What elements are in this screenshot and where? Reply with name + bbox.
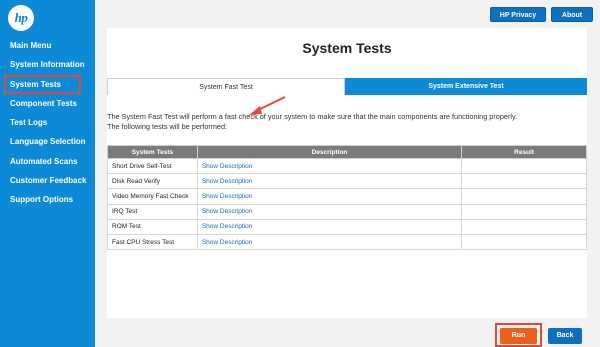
hp-privacy-button[interactable]: HP Privacy bbox=[490, 7, 546, 22]
run-button[interactable]: Run bbox=[500, 328, 537, 344]
main-area: HP Privacy About System Tests System Fas… bbox=[95, 0, 600, 347]
test-result bbox=[461, 203, 587, 220]
column-header-result: Result bbox=[461, 145, 587, 159]
test-name: Disk Read Verify bbox=[107, 173, 198, 190]
tab-system-fast-test[interactable]: System Fast Test bbox=[107, 78, 345, 95]
sidebar-item-system-tests[interactable]: System Tests bbox=[4, 74, 81, 94]
test-name: ROM Test bbox=[107, 218, 198, 235]
show-description-link[interactable]: Show Description bbox=[196, 188, 463, 205]
sidebar-item-component-tests[interactable]: Component Tests bbox=[0, 94, 95, 113]
test-result bbox=[461, 173, 587, 190]
table-row: Disk Read Verify Show Description bbox=[107, 173, 587, 190]
tab-system-extensive-test[interactable]: System Extensive Test bbox=[345, 78, 587, 95]
test-result bbox=[461, 188, 587, 205]
sidebar-item-language-selection[interactable]: Language Selection bbox=[0, 132, 95, 151]
page-title: System Tests bbox=[302, 40, 392, 56]
table-row: Video Memory Fast Check Show Description bbox=[107, 188, 587, 205]
column-header-description: Description bbox=[196, 145, 463, 159]
test-result bbox=[461, 233, 587, 251]
test-name: Video Memory Fast Check bbox=[107, 188, 198, 205]
sidebar-item-customer-feedback[interactable]: Customer Feedback bbox=[0, 171, 95, 190]
table-row: ROM Test Show Description bbox=[107, 218, 587, 235]
table-row: Fast CPU Stress Test Show Description bbox=[107, 233, 587, 251]
about-button[interactable]: About bbox=[551, 7, 593, 22]
test-name: IRQ Test bbox=[107, 203, 198, 220]
hp-logo-icon: hp bbox=[8, 5, 34, 31]
test-result bbox=[461, 218, 587, 235]
column-header-system-tests: System Tests bbox=[107, 145, 198, 159]
sidebar-item-system-information[interactable]: System Information bbox=[0, 55, 95, 74]
description-line-1: The System Fast Test will perform a fast… bbox=[107, 112, 518, 121]
content-panel: System Tests System Fast Test System Ext… bbox=[107, 28, 587, 318]
back-button[interactable]: Back bbox=[548, 328, 582, 344]
show-description-link[interactable]: Show Description bbox=[196, 218, 463, 235]
tests-table: System Tests Description Result Short Dr… bbox=[107, 145, 587, 251]
top-bar: HP Privacy About bbox=[95, 0, 600, 28]
description-line-2: The following tests will be performed: bbox=[107, 122, 228, 131]
table-header-row: System Tests Description Result bbox=[107, 145, 587, 159]
show-description-link[interactable]: Show Description bbox=[196, 233, 463, 251]
show-description-link[interactable]: Show Description bbox=[196, 203, 463, 220]
sidebar-nav: Main Menu System Information System Test… bbox=[0, 36, 95, 210]
show-description-link[interactable]: Show Description bbox=[196, 173, 463, 190]
sidebar-item-support-options[interactable]: Support Options bbox=[0, 190, 95, 209]
show-description-link[interactable]: Show Description bbox=[196, 157, 463, 175]
test-name: Fast CPU Stress Test bbox=[107, 233, 198, 251]
test-result bbox=[461, 157, 587, 175]
test-description: The System Fast Test will perform a fast… bbox=[107, 112, 587, 132]
sidebar-item-automated-scans[interactable]: Automated Scans bbox=[0, 152, 95, 171]
sidebar-item-main-menu[interactable]: Main Menu bbox=[0, 36, 95, 55]
test-name: Short Drive Self-Test bbox=[107, 157, 198, 175]
sidebar: hp Main Menu System Information System T… bbox=[0, 0, 95, 347]
table-row: IRQ Test Show Description bbox=[107, 203, 587, 220]
sidebar-item-test-logs[interactable]: Test Logs bbox=[0, 113, 95, 132]
table-row: Short Drive Self-Test Show Description bbox=[107, 157, 587, 175]
